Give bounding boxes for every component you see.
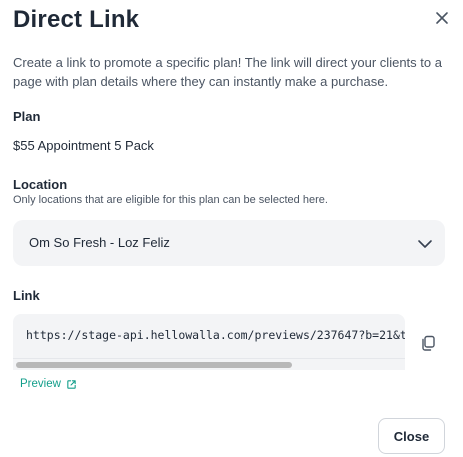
link-label: Link bbox=[13, 288, 40, 303]
location-label: Location bbox=[13, 177, 68, 192]
location-select-value: Om So Fresh - Loz Feliz bbox=[29, 235, 170, 250]
chevron-down-icon bbox=[418, 240, 432, 248]
preview-link[interactable]: Preview bbox=[20, 378, 77, 390]
external-link-icon bbox=[67, 379, 76, 389]
plan-value: $55 Appointment 5 Pack bbox=[13, 138, 154, 153]
copy-icon[interactable] bbox=[419, 334, 437, 352]
close-icon[interactable] bbox=[433, 9, 451, 27]
link-field[interactable]: https://stage-api.hellowalla.com/preview… bbox=[13, 314, 405, 370]
location-select[interactable]: Om So Fresh - Loz Feliz bbox=[13, 220, 445, 266]
link-horizontal-scrollbar[interactable] bbox=[13, 358, 405, 370]
location-hint: Only locations that are eligible for thi… bbox=[13, 194, 328, 206]
modal-description: Create a link to promote a specific plan… bbox=[13, 55, 442, 89]
plan-label: Plan bbox=[13, 109, 41, 124]
direct-link-modal: Direct Link Create a link to promote a s… bbox=[0, 0, 463, 457]
preview-label: Preview bbox=[20, 378, 61, 390]
modal-title: Direct Link bbox=[13, 6, 140, 33]
link-url: https://stage-api.hellowalla.com/preview… bbox=[26, 328, 405, 342]
close-button[interactable]: Close bbox=[378, 418, 445, 454]
scrollbar-thumb[interactable] bbox=[16, 362, 292, 368]
